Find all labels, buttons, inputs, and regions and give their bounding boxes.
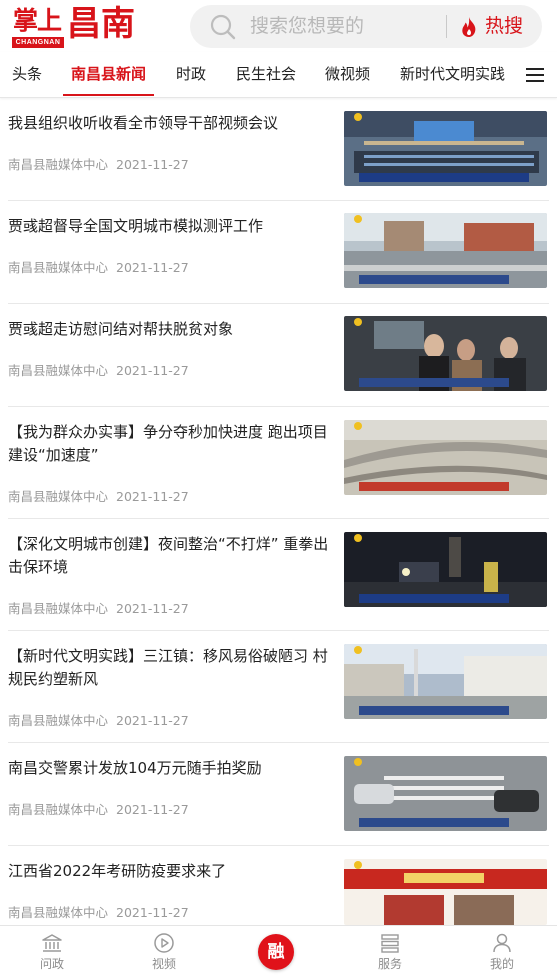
news-title[interactable]: 贾彧超走访慰问结对帮扶脱贫对象 [8, 318, 330, 341]
search-icon [210, 14, 236, 40]
news-thumbnail[interactable] [344, 756, 547, 831]
news-item[interactable]: 贾彧超督导全国文明城市模拟测评工作 南昌县融媒体中心 2021-11-27 [0, 201, 557, 304]
news-meta: 南昌县融媒体中心 2021-11-27 [8, 902, 189, 921]
tab-headlines[interactable]: 头条 [12, 52, 42, 96]
news-item[interactable]: 【我为群众办实事】争分夺秒加快进度 跑出项目建设“加速度” 南昌县融媒体中心 20… [0, 407, 557, 519]
news-meta: 南昌县融媒体中心 2021-11-27 [8, 486, 189, 505]
news-source: 南昌县融媒体中心 [8, 601, 109, 616]
news-item[interactable]: 【新时代文明实践】三江镇：移风易俗破陋习 村规民约塑新风 南昌县融媒体中心 202… [0, 631, 557, 743]
news-source: 南昌县融媒体中心 [8, 802, 109, 817]
news-date: 2021-11-27 [116, 802, 189, 817]
service-icon [381, 934, 399, 953]
news-source: 南昌县融媒体中心 [8, 713, 109, 728]
news-title[interactable]: 江西省2022年考研防疫要求来了 [8, 860, 330, 883]
news-title[interactable]: 【我为群众办实事】争分夺秒加快进度 跑出项目建设“加速度” [8, 421, 330, 467]
news-item[interactable]: 【深化文明城市创建】夜间整治“不打烊” 重拳出击保环境 南昌县融媒体中心 2021… [0, 519, 557, 631]
news-source: 南昌县融媒体中心 [8, 489, 109, 504]
news-title[interactable]: 【新时代文明实践】三江镇：移风易俗破陋习 村规民约塑新风 [8, 645, 330, 691]
news-thumbnail[interactable] [344, 316, 547, 391]
menu-icon[interactable] [526, 68, 544, 82]
nav-label: 视频 [151, 957, 176, 971]
nav-item-wenzheng[interactable]: 问政 [12, 926, 92, 975]
news-source: 南昌县融媒体中心 [8, 260, 109, 275]
news-item[interactable]: 我县组织收听收看全市领导干部视频会议 南昌县融媒体中心 2021-11-27 [0, 98, 557, 201]
logo-text-small: 掌上 [13, 6, 62, 35]
user-icon [493, 933, 511, 953]
logo-text-big: 昌南 [67, 4, 135, 44]
news-title[interactable]: 贾彧超督导全国文明城市模拟测评工作 [8, 215, 330, 238]
tab-micro-video[interactable]: 微视频 [325, 52, 370, 96]
news-date: 2021-11-27 [116, 157, 189, 172]
street-photo [344, 213, 547, 288]
bank-icon [42, 934, 62, 952]
news-title[interactable]: 【深化文明城市创建】夜间整治“不打烊” 重拳出击保环境 [8, 533, 330, 579]
news-item[interactable]: 南昌交警累计发放104万元随手拍奖励 南昌县融媒体中心 2021-11-27 [0, 743, 557, 846]
village-photo [344, 644, 547, 719]
news-date: 2021-11-27 [116, 905, 189, 920]
news-source: 南昌县融媒体中心 [8, 905, 109, 920]
nav-item-video[interactable]: 视频 [124, 926, 204, 975]
tab-politics[interactable]: 时政 [176, 52, 206, 96]
play-icon [154, 933, 174, 953]
news-meta: 南昌县融媒体中心 2021-11-27 [8, 710, 189, 729]
news-title[interactable]: 我县组织收听收看全市领导干部视频会议 [8, 112, 330, 135]
news-thumbnail[interactable] [344, 644, 547, 719]
logo-text-en: CHANGNAN [12, 37, 64, 48]
news-thumbnail[interactable] [344, 532, 547, 607]
news-thumbnail[interactable] [344, 111, 547, 186]
news-source: 南昌县融媒体中心 [8, 157, 109, 172]
nav-item-service[interactable]: 服务 [350, 926, 430, 975]
traffic-photo [344, 756, 547, 831]
news-meta: 南昌县融媒体中心 2021-11-27 [8, 799, 189, 818]
news-date: 2021-11-27 [116, 363, 189, 378]
news-date: 2021-11-27 [116, 260, 189, 275]
hot-search-label: 热搜 [485, 15, 524, 37]
nav-item-mine[interactable]: 我的 [462, 926, 542, 975]
fire-icon [462, 17, 476, 37]
meeting-photo [344, 111, 547, 186]
visit-photo [344, 316, 547, 391]
news-title[interactable]: 南昌交警累计发放104万元随手拍奖励 [8, 757, 330, 780]
news-date: 2021-11-27 [116, 489, 189, 504]
news-meta: 南昌县融媒体中心 2021-11-27 [8, 154, 189, 173]
search-input[interactable]: 搜索您想要的 [250, 5, 364, 48]
news-thumbnail[interactable] [344, 213, 547, 288]
bottom-nav: 问政 视频 融 服务 我的 [0, 925, 557, 975]
news-date: 2021-11-27 [116, 713, 189, 728]
hot-search-button[interactable]: 热搜 [455, 5, 537, 48]
news-item[interactable]: 江西省2022年考研防疫要求来了 南昌县融媒体中心 2021-11-27 [0, 846, 557, 925]
notice-photo [344, 859, 547, 925]
search-divider [446, 15, 447, 38]
news-meta: 南昌县融媒体中心 2021-11-27 [8, 598, 189, 617]
tab-civilization-practice[interactable]: 新时代文明实践 [400, 52, 505, 96]
search-bar[interactable]: 搜索您想要的 热搜 [190, 5, 542, 48]
tab-livelihood[interactable]: 民生社会 [236, 52, 296, 96]
construction-photo [344, 420, 547, 495]
news-thumbnail[interactable] [344, 859, 547, 925]
news-meta: 南昌县融媒体中心 2021-11-27 [8, 257, 189, 276]
app-logo[interactable]: 掌上 昌南 CHANGNAN [12, 4, 146, 48]
news-item[interactable]: 贾彧超走访慰问结对帮扶脱贫对象 南昌县融媒体中心 2021-11-27 [0, 304, 557, 407]
news-date: 2021-11-27 [116, 601, 189, 616]
nav-label: 问政 [39, 957, 64, 971]
news-meta: 南昌县融媒体中心 2021-11-27 [8, 360, 189, 379]
channel-tabs: 头条 南昌县新闻 时政 民生社会 微视频 新时代文明实践 [0, 52, 557, 98]
news-thumbnail[interactable] [344, 420, 547, 495]
rong-center-button[interactable]: 融 [258, 934, 294, 970]
nav-label: 我的 [489, 957, 514, 971]
app-header: 掌上 昌南 CHANGNAN 搜索您想要的 热搜 [0, 0, 557, 52]
night-street-photo [344, 532, 547, 607]
tab-nanchang-news[interactable]: 南昌县新闻 [62, 52, 155, 96]
news-source: 南昌县融媒体中心 [8, 363, 109, 378]
nav-label: 服务 [377, 957, 402, 971]
